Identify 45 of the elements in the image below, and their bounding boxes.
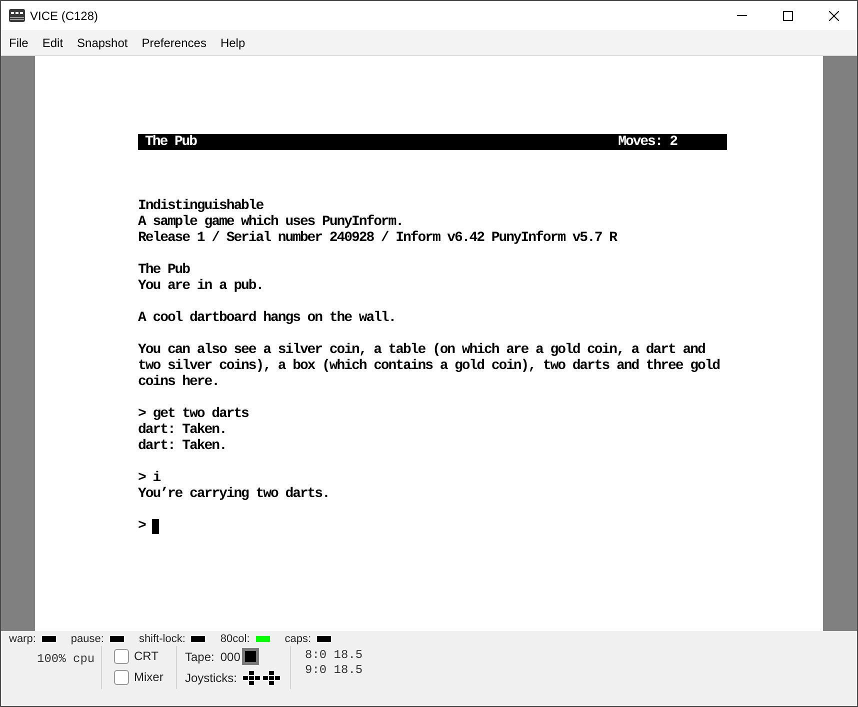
cpu-usage: 100% cpu xyxy=(37,652,95,666)
screen-text-line: > get two darts xyxy=(138,406,248,422)
screen-text-line: dart: Taken. xyxy=(138,438,226,454)
joystick-icon xyxy=(263,670,280,684)
moves-counter: Moves: 2 xyxy=(618,134,678,150)
joystick-icon xyxy=(243,670,260,684)
indicator-label: pause: xyxy=(70,632,104,646)
drive-status: 9:0 18.5 xyxy=(305,663,363,678)
indicator-label: caps: xyxy=(284,632,312,646)
menu-item[interactable]: File xyxy=(2,30,36,55)
screen-text-line: You are in a pub. xyxy=(138,278,264,294)
screen-text-line: A sample game which uses PunyInform. xyxy=(138,214,404,230)
screen-text-line: dart: Taken. xyxy=(138,422,226,438)
menu-item[interactable]: Preferences xyxy=(134,30,214,55)
screen-text-line: A cool dartboard hangs on the wall. xyxy=(138,310,396,326)
joysticks-label: Joysticks: xyxy=(185,670,238,684)
indicator-label: shift-lock: xyxy=(138,632,186,646)
screen-text-line: You’re carrying two darts. xyxy=(138,486,330,502)
menu-item[interactable]: Edit xyxy=(35,30,70,55)
tape-counter: 000 xyxy=(220,650,240,664)
prompt-text: > xyxy=(138,518,146,534)
screen-text-line: You can also see a silver coin, a table (on which are a gold coin, a dart and xyxy=(138,342,705,358)
checkbox-label[interactable]: Mixer xyxy=(134,670,164,685)
screen-text-line: two silver coins), a box (which contains a gold coin), two darts and three gold xyxy=(138,358,720,374)
checkbox[interactable] xyxy=(114,649,129,664)
menu-item[interactable]: Snapshot xyxy=(70,30,135,55)
location-text: The Pub xyxy=(144,134,197,150)
window-title: VICE (C128) xyxy=(30,8,98,22)
screen-text-line: > i xyxy=(138,470,160,486)
screen-text-line: The Pub xyxy=(138,262,190,278)
tape-label: Tape: xyxy=(185,650,214,664)
tape-status-icon xyxy=(242,648,260,665)
checkbox-label[interactable]: CRT xyxy=(134,649,158,664)
screen-text-line: Release 1 / Serial number 240928 / Inform v6.42 PunyInform v5.7 R xyxy=(138,230,616,246)
drive-status: 8:0 18.5 xyxy=(305,648,363,663)
screen-text-line: coins here. xyxy=(138,374,219,390)
minimize-icon xyxy=(737,15,747,16)
app-icon xyxy=(9,9,25,22)
screen-text-line: Indistinguishable xyxy=(138,198,264,214)
indicator-label: 80col: xyxy=(220,632,250,646)
close-icon xyxy=(829,10,839,20)
maximize-icon xyxy=(783,10,793,20)
menu-item[interactable]: Help xyxy=(213,30,252,55)
checkbox[interactable] xyxy=(114,670,129,685)
indicator-label: warp: xyxy=(9,632,36,646)
